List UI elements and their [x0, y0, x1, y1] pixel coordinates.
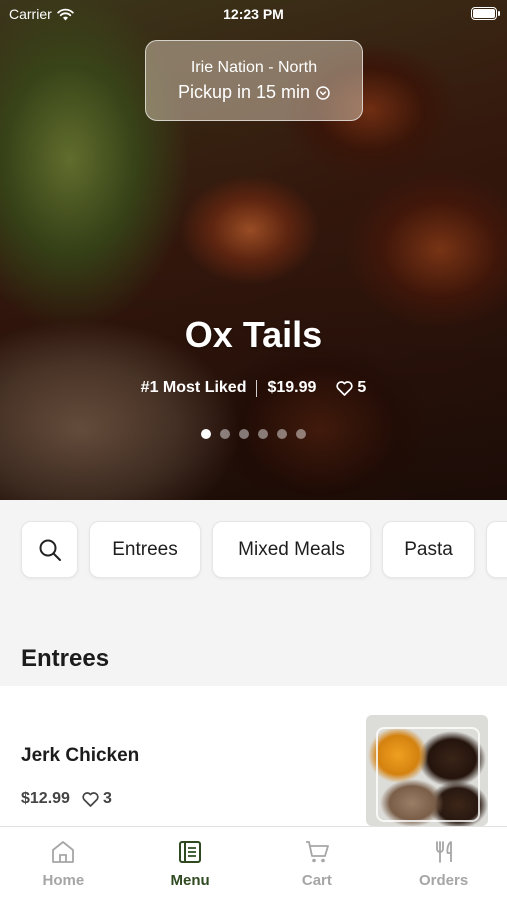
location-selector[interactable]: Irie Nation - North Pickup in 15 min: [145, 40, 363, 121]
menu-item-name: Jerk Chicken: [21, 745, 140, 766]
category-chip-entrees[interactable]: Entrees: [89, 521, 201, 578]
status-bar: Carrier 12:23 PM: [0, 0, 507, 28]
search-icon: [39, 539, 61, 561]
cart-icon: [305, 841, 329, 863]
fork-knife-icon: [435, 841, 452, 863]
carousel-dot[interactable]: [220, 429, 230, 439]
search-button[interactable]: [21, 521, 78, 578]
heart-icon: [336, 380, 354, 396]
tab-orders-label: Orders: [419, 872, 469, 889]
featured-hero[interactable]: Carrier 12:23 PM Irie Nation - North Pic…: [0, 0, 507, 500]
tab-cart[interactable]: Cart: [254, 827, 381, 900]
tab-cart-label: Cart: [301, 872, 332, 889]
store-name: Irie Nation - North: [190, 59, 318, 76]
carousel-dot[interactable]: [239, 429, 249, 439]
carousel-dot[interactable]: [277, 429, 287, 439]
carousel-dot[interactable]: [201, 429, 211, 439]
menu-item-photo: [366, 715, 488, 826]
menu-item-likes-count: 3: [102, 790, 112, 807]
tab-orders[interactable]: Orders: [380, 827, 507, 900]
menu-item-meta: $12.99 3: [21, 790, 112, 808]
category-chip-mixed-meals[interactable]: Mixed Meals: [212, 521, 371, 578]
featured-rank: #1 Most Liked: [140, 379, 247, 396]
chevron-down-icon: [316, 85, 330, 100]
battery-icon: [471, 7, 500, 20]
heart-icon: [82, 791, 99, 807]
featured-likes[interactable]: 5: [336, 379, 366, 397]
carousel-dot[interactable]: [296, 429, 306, 439]
meta-divider: [256, 379, 258, 397]
carousel-dots[interactable]: [0, 429, 507, 439]
category-chip-pasta[interactable]: Pasta: [382, 521, 475, 578]
clock: 12:23 PM: [223, 6, 284, 22]
featured-price: $19.99: [267, 379, 317, 396]
menu-item-likes[interactable]: 3: [82, 790, 112, 808]
menu-book-icon: [179, 841, 202, 863]
carousel-dot[interactable]: [258, 429, 268, 439]
tab-home-label: Home: [42, 872, 85, 889]
featured-meta: #1 Most Liked $19.99 5: [0, 379, 507, 397]
featured-title: Ox Tails: [184, 314, 323, 355]
category-chip-next[interactable]: [486, 521, 507, 578]
category-chips: Entrees Mixed Meals Pasta: [21, 521, 507, 578]
menu-item[interactable]: Jerk Chicken $12.99 3: [0, 686, 507, 826]
tab-bar: Home Menu Cart Orders: [0, 826, 507, 900]
tab-home[interactable]: Home: [0, 827, 127, 900]
section-title: Entrees: [21, 645, 110, 672]
tab-menu[interactable]: Menu: [127, 827, 254, 900]
menu-item-price: $12.99: [21, 790, 70, 807]
home-icon: [52, 841, 75, 863]
tab-menu-label: Menu: [170, 872, 210, 889]
pickup-time: Pickup in 15 min: [177, 82, 311, 102]
featured-likes-count: 5: [357, 379, 367, 396]
pickup-row: Pickup in 15 min: [146, 82, 362, 103]
